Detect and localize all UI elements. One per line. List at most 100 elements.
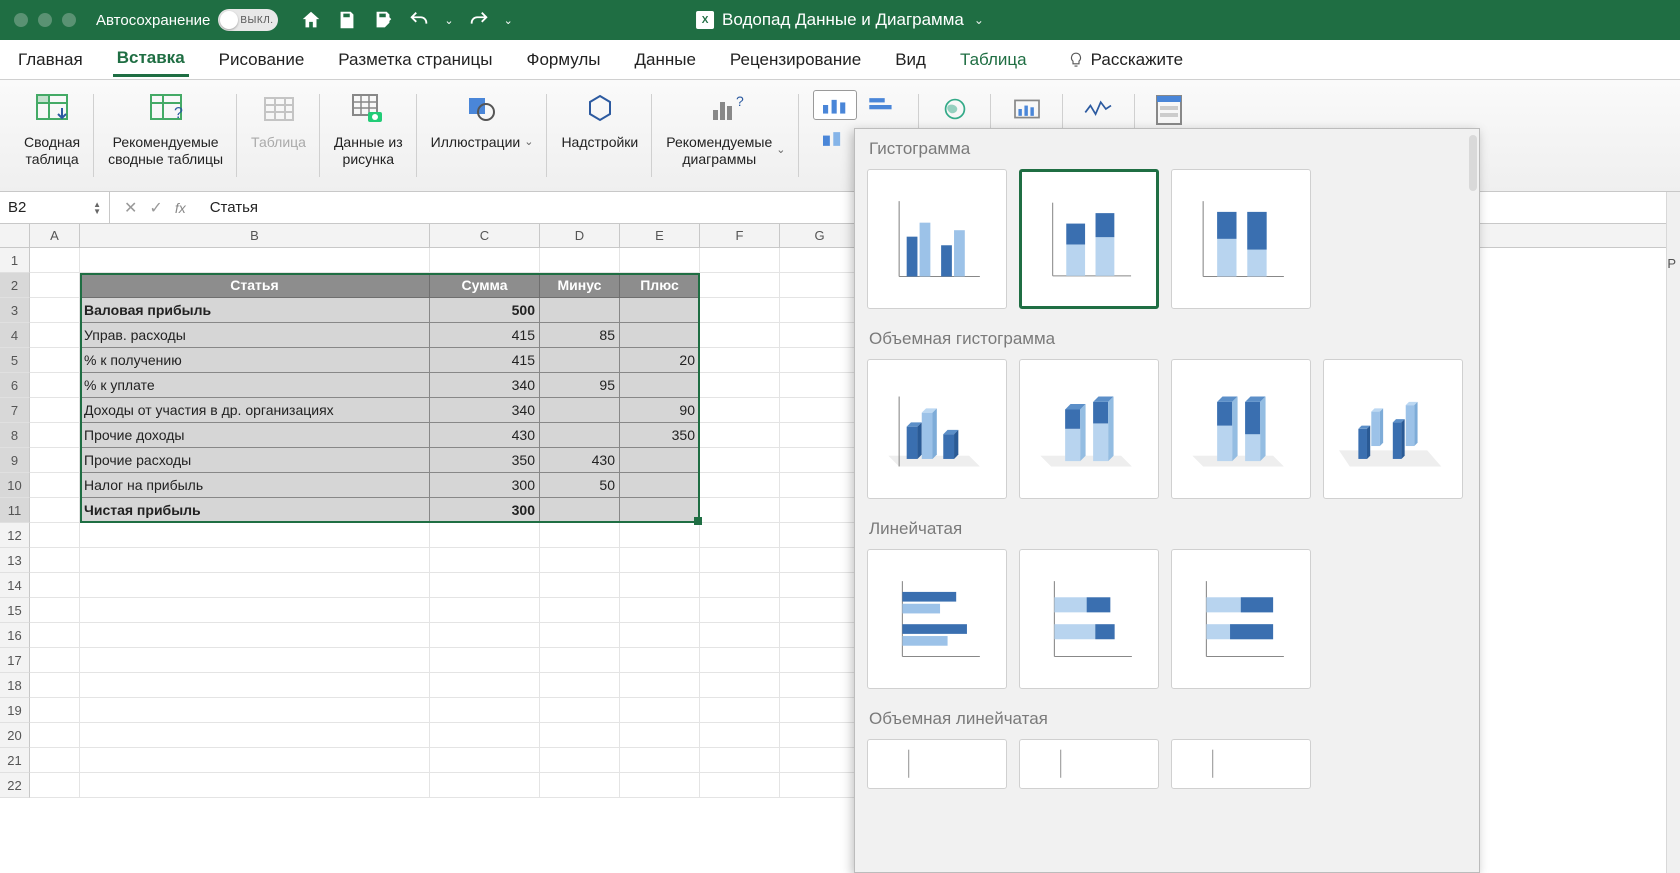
cell[interactable]: [780, 648, 860, 673]
cell[interactable]: [780, 598, 860, 623]
cell[interactable]: [620, 623, 700, 648]
cell[interactable]: [700, 298, 780, 323]
cell[interactable]: Управ. расходы: [80, 323, 430, 348]
row-header[interactable]: 15: [0, 598, 30, 623]
chart-clustered-column[interactable]: [867, 169, 1007, 309]
cell[interactable]: [430, 248, 540, 273]
cell[interactable]: [80, 623, 430, 648]
row-header[interactable]: 19: [0, 698, 30, 723]
cell[interactable]: [620, 548, 700, 573]
cell[interactable]: [780, 373, 860, 398]
cell[interactable]: [540, 548, 620, 573]
cell[interactable]: [30, 498, 80, 523]
cell[interactable]: [780, 523, 860, 548]
cell[interactable]: [620, 323, 700, 348]
tab-view[interactable]: Вид: [891, 44, 930, 76]
cell[interactable]: [80, 523, 430, 548]
cell[interactable]: Валовая прибыль: [80, 298, 430, 323]
cell[interactable]: [700, 598, 780, 623]
cell[interactable]: 340: [430, 373, 540, 398]
insert-pivot-chart-button[interactable]: [1005, 94, 1049, 124]
cell[interactable]: [30, 248, 80, 273]
row-header[interactable]: 5: [0, 348, 30, 373]
name-box-spinner[interactable]: ▲▼: [93, 201, 101, 215]
row-header[interactable]: 20: [0, 723, 30, 748]
cell[interactable]: [540, 248, 620, 273]
row-header[interactable]: 21: [0, 748, 30, 773]
cell[interactable]: [30, 623, 80, 648]
cell[interactable]: [540, 698, 620, 723]
vertical-scrollbar[interactable]: [1666, 192, 1680, 873]
cell[interactable]: [620, 448, 700, 473]
autosave-control[interactable]: Автосохранение ВЫКЛ.: [96, 9, 278, 31]
row-header[interactable]: 16: [0, 623, 30, 648]
cell[interactable]: [430, 623, 540, 648]
row-header[interactable]: 7: [0, 398, 30, 423]
cell[interactable]: 90: [620, 398, 700, 423]
cell[interactable]: [780, 548, 860, 573]
cell[interactable]: [780, 298, 860, 323]
cell[interactable]: [540, 598, 620, 623]
tab-review[interactable]: Рецензирование: [726, 44, 865, 76]
cell[interactable]: Минус: [540, 273, 620, 298]
cell[interactable]: [30, 273, 80, 298]
cell[interactable]: [780, 448, 860, 473]
cell[interactable]: [80, 648, 430, 673]
cell[interactable]: [80, 548, 430, 573]
cell[interactable]: [700, 673, 780, 698]
row-header[interactable]: 1: [0, 248, 30, 273]
cell[interactable]: [700, 448, 780, 473]
cell[interactable]: [620, 648, 700, 673]
cell[interactable]: [620, 248, 700, 273]
cell[interactable]: [30, 473, 80, 498]
cell[interactable]: [620, 473, 700, 498]
fx-icon[interactable]: fx: [175, 200, 186, 216]
cell[interactable]: [700, 273, 780, 298]
cell[interactable]: [700, 723, 780, 748]
cell[interactable]: 415: [430, 323, 540, 348]
chart-100-stacked-column[interactable]: [1171, 169, 1311, 309]
chart-stacked-bar[interactable]: [1019, 549, 1159, 689]
chart-3d-stacked-bar[interactable]: [1019, 739, 1159, 789]
cell[interactable]: 20: [620, 348, 700, 373]
col-header[interactable]: C: [430, 224, 540, 247]
row-header[interactable]: 4: [0, 323, 30, 348]
cell[interactable]: [620, 698, 700, 723]
row-header[interactable]: 22: [0, 773, 30, 798]
cell[interactable]: [700, 423, 780, 448]
cell[interactable]: [540, 398, 620, 423]
cell[interactable]: [30, 598, 80, 623]
cell[interactable]: 85: [540, 323, 620, 348]
cell[interactable]: [780, 398, 860, 423]
cell[interactable]: [80, 748, 430, 773]
row-header[interactable]: 10: [0, 473, 30, 498]
cell[interactable]: [30, 548, 80, 573]
row-header[interactable]: 14: [0, 573, 30, 598]
cell[interactable]: [430, 548, 540, 573]
cell[interactable]: [540, 573, 620, 598]
tab-page-layout[interactable]: Разметка страницы: [334, 44, 496, 76]
cell[interactable]: 500: [430, 298, 540, 323]
tell-me-search[interactable]: Расскажите: [1067, 50, 1183, 70]
cell[interactable]: [780, 273, 860, 298]
cell[interactable]: [620, 598, 700, 623]
cell[interactable]: [700, 573, 780, 598]
cell[interactable]: 50: [540, 473, 620, 498]
cell[interactable]: [540, 773, 620, 798]
cell[interactable]: [30, 573, 80, 598]
cell[interactable]: Сумма: [430, 273, 540, 298]
cell[interactable]: [620, 673, 700, 698]
cell[interactable]: Статья: [80, 273, 430, 298]
chart-3d-clustered-bar[interactable]: [867, 739, 1007, 789]
cell[interactable]: [430, 673, 540, 698]
undo-dropdown-icon[interactable]: ⌄: [444, 14, 453, 27]
tab-draw[interactable]: Рисование: [215, 44, 309, 76]
row-header[interactable]: 12: [0, 523, 30, 548]
cell[interactable]: [700, 473, 780, 498]
cell[interactable]: 300: [430, 473, 540, 498]
row-header[interactable]: 8: [0, 423, 30, 448]
cell[interactable]: [30, 723, 80, 748]
cell[interactable]: [700, 773, 780, 798]
cell[interactable]: [540, 673, 620, 698]
pivot-table-button[interactable]: Сводная таблица: [24, 86, 80, 168]
